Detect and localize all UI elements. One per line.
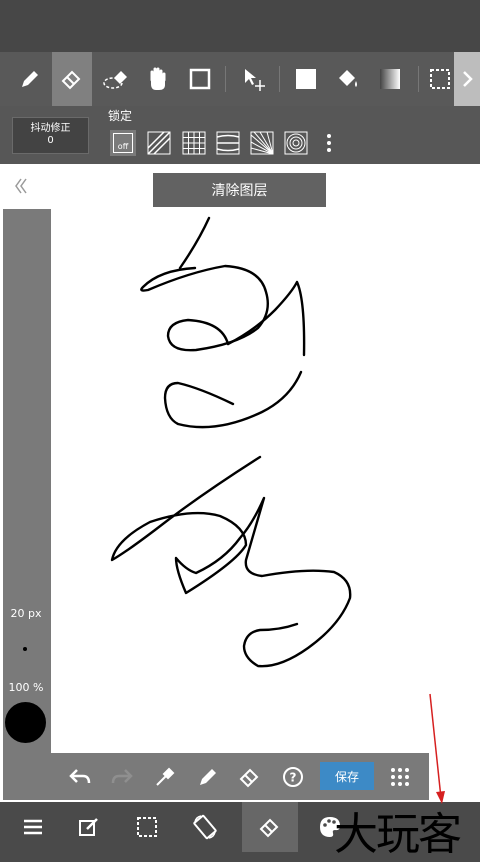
- eraser-icon: [61, 70, 81, 90]
- edit-icon: [79, 818, 98, 836]
- concentric-circles-icon: [284, 131, 308, 155]
- eraser-icon: [239, 768, 259, 787]
- handwritten-strokes: [110, 216, 352, 668]
- lock-off-label: off: [117, 142, 129, 151]
- rectangle-icon: [189, 68, 211, 90]
- gradient-icon: [380, 69, 400, 89]
- rotate-icon: [193, 814, 217, 840]
- pen-tool-button[interactable]: [10, 52, 50, 106]
- brush-opacity-label: 100 %: [8, 681, 44, 694]
- move-icon: [245, 69, 265, 91]
- grid-icon: [182, 131, 206, 155]
- radial-lines-icon: [250, 131, 274, 155]
- lasso-eraser-button[interactable]: [96, 52, 136, 106]
- help-icon: ?: [283, 766, 303, 787]
- concentric-ruler-button[interactable]: [283, 130, 309, 156]
- edit-button[interactable]: [64, 802, 114, 852]
- gradient-tool-button[interactable]: [370, 52, 410, 106]
- chevron-right-icon: [463, 71, 473, 87]
- collapse-panel-button[interactable]: [14, 176, 28, 200]
- rotate-canvas-button[interactable]: [180, 802, 230, 852]
- grid-ruler-button[interactable]: [181, 130, 207, 156]
- lock-label: 锁定: [108, 109, 133, 123]
- radial-ruler-button[interactable]: [249, 130, 275, 156]
- perspective-ruler-button[interactable]: [215, 130, 241, 156]
- status-bar: [0, 0, 480, 52]
- svg-text:?: ?: [290, 770, 297, 784]
- pen-shortcut-button[interactable]: [190, 753, 226, 800]
- clear-layer-button[interactable]: 清除图层: [153, 173, 326, 207]
- stabilization-label: 抖动修正: [30, 123, 71, 134]
- eraser-shortcut-button[interactable]: [232, 753, 268, 800]
- redo-icon: [111, 768, 133, 783]
- drawing-canvas[interactable]: [0, 164, 480, 802]
- more-vertical-icon: [327, 134, 331, 152]
- current-color-swatch[interactable]: [5, 702, 46, 743]
- menu-button[interactable]: [8, 802, 58, 852]
- selection-icon: [430, 69, 450, 89]
- toolbar-divider: [279, 66, 280, 92]
- toolbar-divider: [418, 66, 419, 92]
- lasso-eraser-icon: [103, 71, 127, 89]
- chevron-double-left-icon: [15, 178, 27, 194]
- fill-color-button[interactable]: [286, 52, 326, 106]
- eyedropper-icon: [156, 767, 175, 786]
- top-toolbar: [0, 52, 480, 106]
- pen-icon: [22, 71, 38, 87]
- move-tool-button[interactable]: [234, 52, 274, 106]
- hand-icon: [150, 67, 166, 90]
- lock-off-button[interactable]: off: [110, 130, 136, 156]
- brush-size-preview: [23, 647, 27, 651]
- ruler-more-button[interactable]: [317, 130, 341, 156]
- diagonal-lines-icon: [147, 131, 171, 155]
- toolbar-more-button[interactable]: [454, 52, 480, 106]
- diagonal-ruler-button[interactable]: [146, 130, 172, 156]
- rectangle-tool-button[interactable]: [180, 52, 220, 106]
- redo-button[interactable]: [104, 753, 140, 800]
- selection-icon: [137, 817, 157, 837]
- save-button[interactable]: 保存: [320, 762, 374, 790]
- bucket-tool-button[interactable]: [328, 52, 368, 106]
- bucket-icon: [339, 70, 357, 87]
- perspective-lines-icon: [216, 131, 240, 155]
- undo-button[interactable]: [62, 753, 98, 800]
- eraser-icon: [259, 818, 279, 838]
- eyedropper-button[interactable]: [147, 753, 183, 800]
- stabilization-value: 0: [47, 135, 54, 146]
- stabilization-control[interactable]: 抖动修正 0: [12, 117, 89, 154]
- help-button[interactable]: ?: [275, 753, 311, 800]
- hand-tool-button[interactable]: [138, 52, 178, 106]
- brush-size-label: 20 px: [10, 607, 42, 620]
- fill-color-icon: [296, 69, 316, 89]
- undo-icon: [69, 768, 91, 783]
- red-annotation-arrow: [429, 693, 445, 804]
- menu-icon: [24, 819, 42, 835]
- toolbar-divider: [225, 66, 226, 92]
- grid-dots-icon: [391, 767, 409, 786]
- eraser-tool-button[interactable]: [52, 52, 92, 106]
- pen-icon: [200, 768, 216, 785]
- eraser-mode-button[interactable]: [242, 802, 298, 852]
- more-tools-button[interactable]: [382, 753, 418, 800]
- selection-button[interactable]: [122, 802, 172, 852]
